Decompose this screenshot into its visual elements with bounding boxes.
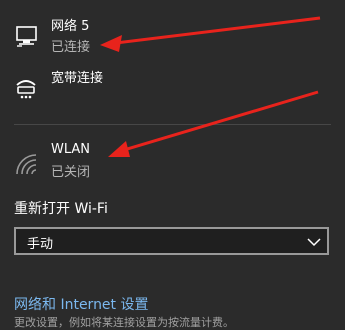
network-name: 宽带连接 bbox=[51, 71, 104, 86]
wifi-off-icon bbox=[14, 152, 40, 176]
network-name: 网络 5 bbox=[51, 19, 90, 34]
divider bbox=[14, 124, 331, 125]
network-flyout: 网络 5 已连接 宽带连接 WLAN 已关闭 重新打开 Wi-Fi 手动 网络和… bbox=[0, 0, 345, 329]
wifi-reopen-select[interactable]: 手动 bbox=[14, 227, 329, 255]
network-settings-link[interactable]: 网络和 Internet 设置 bbox=[14, 294, 149, 314]
network-name: WLAN bbox=[51, 142, 91, 157]
network-status: 已连接 bbox=[51, 40, 91, 55]
network-item-ethernet[interactable]: 网络 5 已连接 bbox=[0, 10, 345, 58]
network-item-wlan[interactable]: WLAN 已关闭 bbox=[0, 138, 345, 182]
wifi-reopen-value: 手动 bbox=[27, 237, 54, 252]
network-status: 已关闭 bbox=[51, 165, 91, 180]
chevron-down-icon bbox=[307, 234, 321, 248]
ethernet-icon bbox=[14, 24, 40, 48]
network-settings-description: 更改设置，例如将某连接设置为按流量计费。 bbox=[14, 316, 234, 329]
network-item-broadband[interactable]: 宽带连接 bbox=[0, 62, 345, 102]
dialup-icon bbox=[14, 76, 40, 100]
wifi-reopen-label: 重新打开 Wi-Fi bbox=[14, 201, 108, 217]
